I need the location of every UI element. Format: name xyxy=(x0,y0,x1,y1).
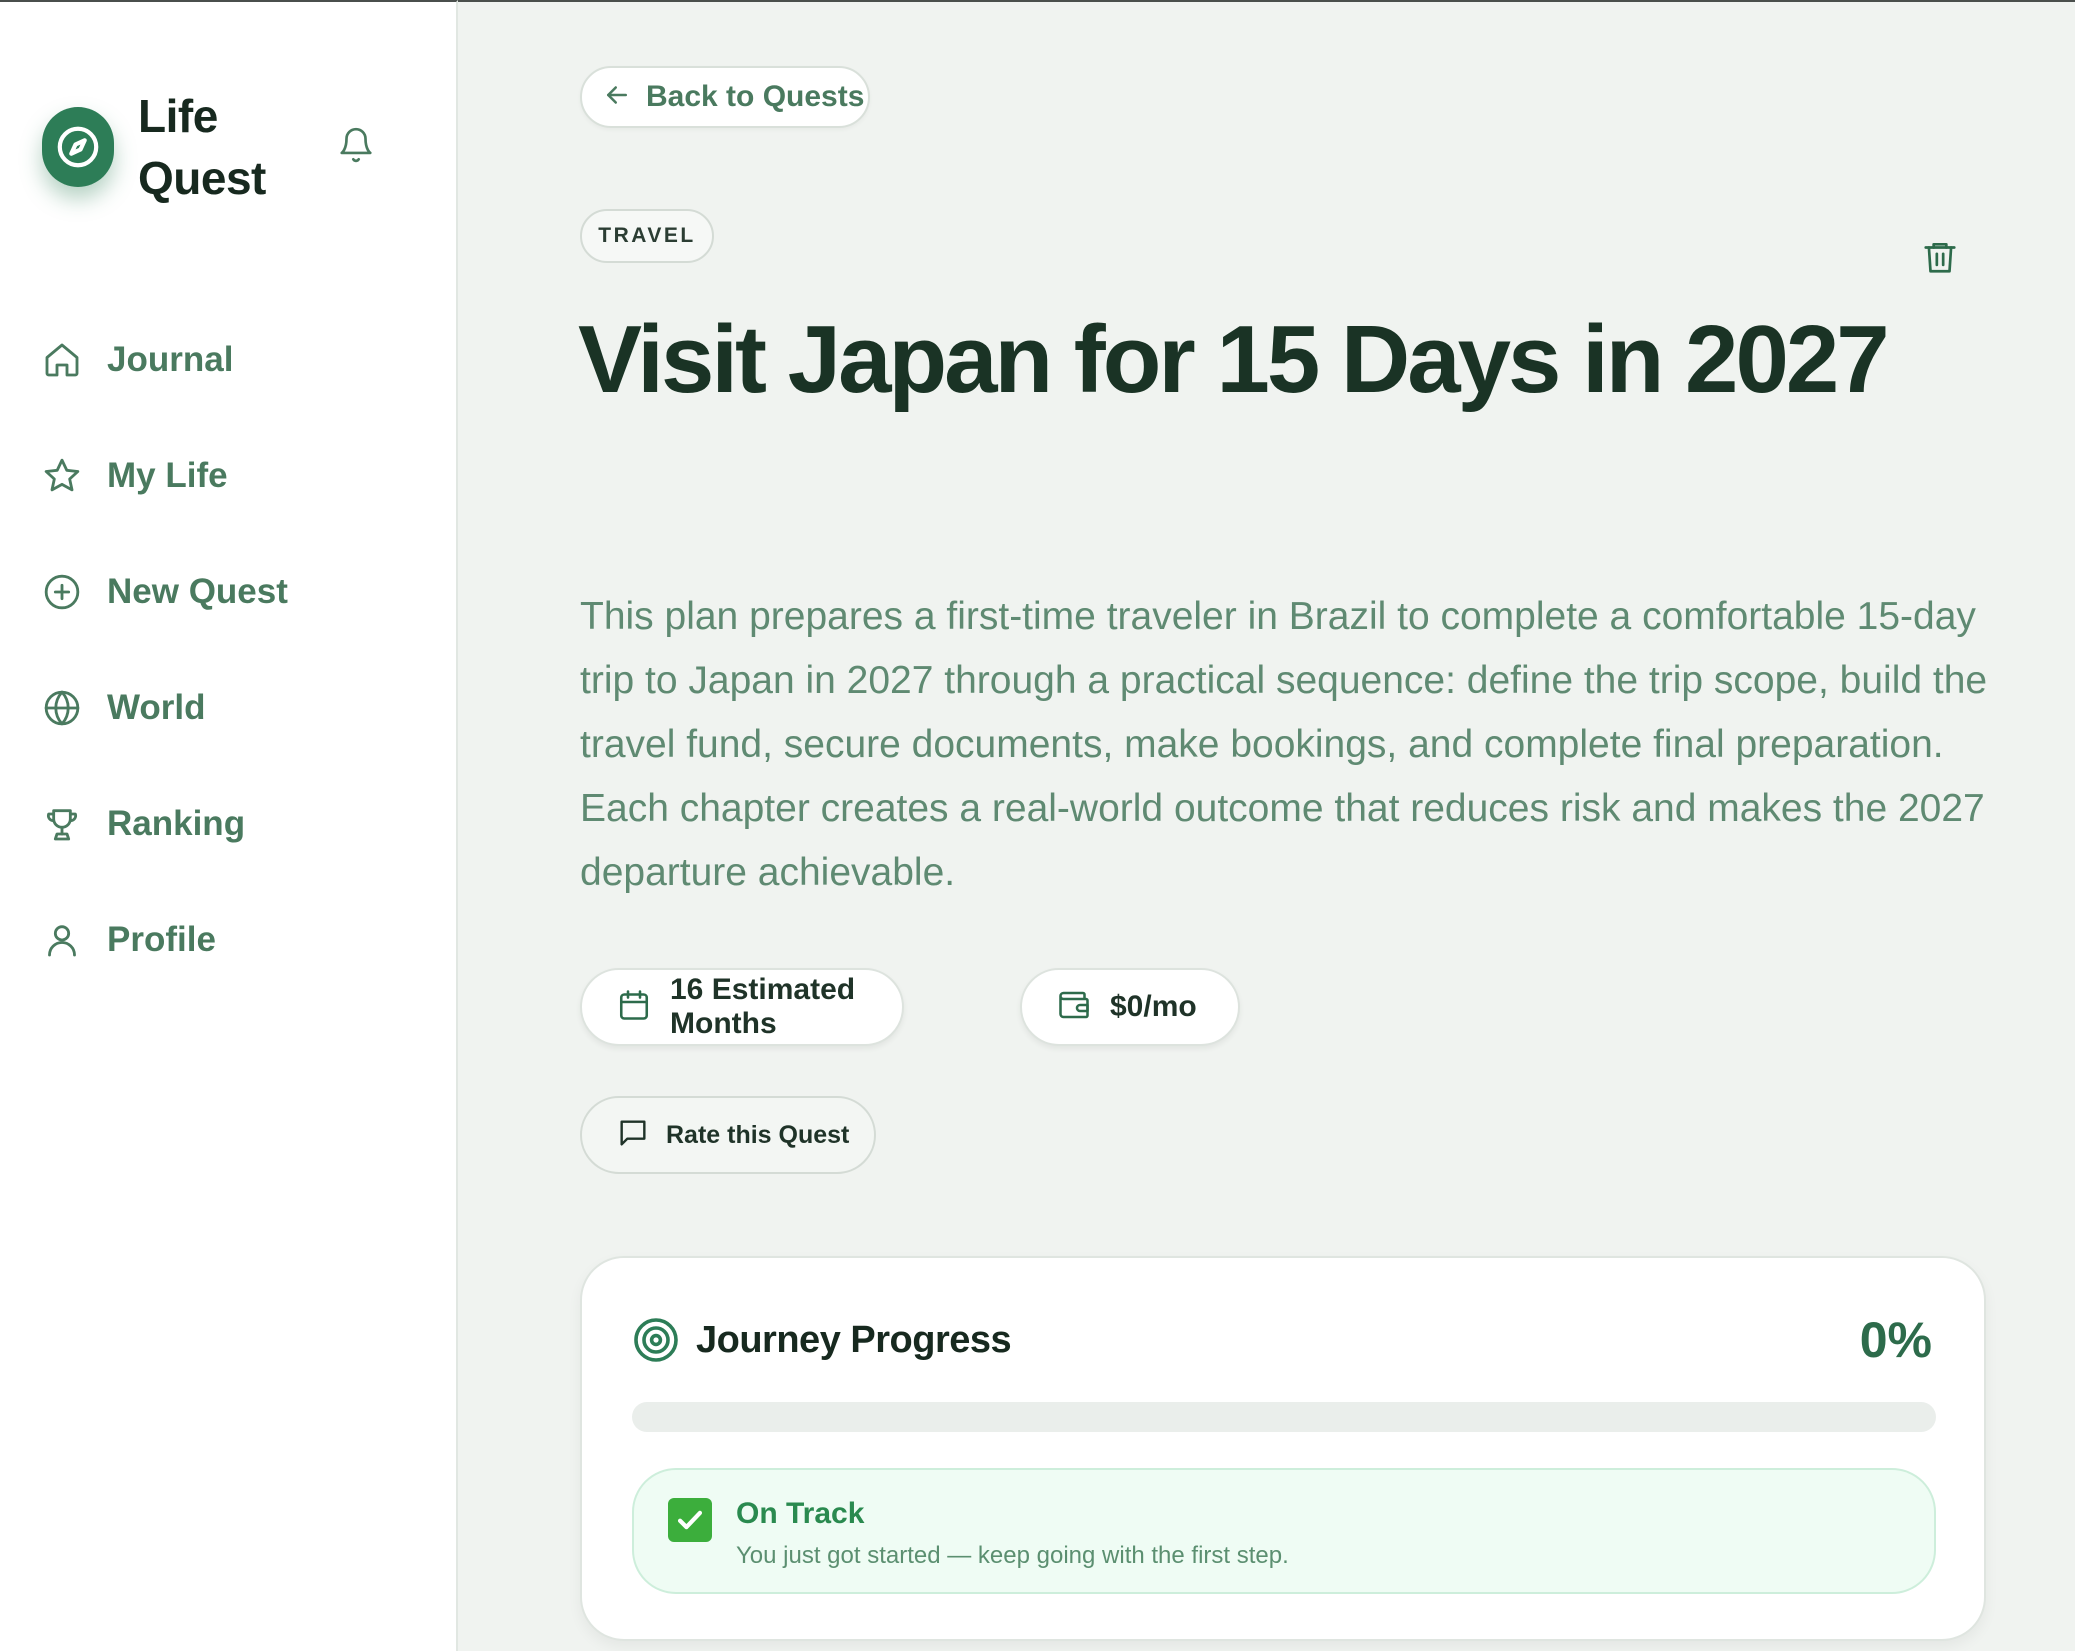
trophy-icon xyxy=(40,802,84,846)
calendar-icon xyxy=(616,986,652,1029)
estimated-months-label: 16 Estimated Months xyxy=(670,973,856,1040)
star-icon xyxy=(40,454,84,498)
sidebar-item-label: Ranking xyxy=(107,804,246,843)
plus-circle-icon xyxy=(40,570,84,614)
sidebar-nav: Journal My Life New Quest World Ranking … xyxy=(40,302,420,998)
sidebar-item-new-quest[interactable]: New Quest xyxy=(40,534,420,650)
sidebar-item-label: My Life xyxy=(107,456,228,495)
quest-description: This plan prepares a first-time traveler… xyxy=(580,595,1988,894)
globe-icon xyxy=(40,686,84,730)
compass-icon xyxy=(42,106,114,187)
status-title: On Track xyxy=(736,1497,865,1530)
message-square-icon xyxy=(616,1116,650,1155)
back-to-quests-button[interactable]: Back to Quests xyxy=(580,66,870,128)
back-label: Back to Quests xyxy=(646,80,865,113)
app: Life Quest Journal My Life New Quest Wor… xyxy=(0,0,2075,1651)
home-icon xyxy=(40,338,84,382)
progress-bar xyxy=(632,1402,1936,1432)
status-subtitle: You just got started — keep going with t… xyxy=(736,1542,1289,1569)
sidebar-item-label: New Quest xyxy=(107,572,288,611)
trash-icon[interactable] xyxy=(1915,232,1965,282)
target-icon xyxy=(632,1316,680,1364)
sidebar: Life Quest Journal My Life New Quest Wor… xyxy=(0,0,458,1651)
category-badge: TRAVEL xyxy=(580,209,714,263)
brand-name: Life Quest xyxy=(138,89,266,204)
bell-icon[interactable] xyxy=(332,121,380,169)
sidebar-item-ranking[interactable]: Ranking xyxy=(40,766,420,882)
sidebar-item-label: World xyxy=(107,688,206,727)
progress-percent: 0% xyxy=(1859,1312,1932,1368)
arrow-left-icon xyxy=(602,80,632,115)
status-callout: On Track You just got started — keep goi… xyxy=(632,1468,1936,1594)
monthly-budget-chip: $0/mo xyxy=(1020,968,1240,1046)
sidebar-item-profile[interactable]: Profile xyxy=(40,882,420,998)
sidebar-item-label: Profile xyxy=(107,920,216,959)
main-content: Back to Quests TRAVEL Visit Japan for 15… xyxy=(458,0,2075,1651)
sidebar-item-my-life[interactable]: My Life xyxy=(40,418,420,534)
sidebar-item-label: Journal xyxy=(107,340,234,379)
sidebar-item-journal[interactable]: Journal xyxy=(40,302,420,418)
rate-quest-button[interactable]: Rate this Quest xyxy=(580,1096,876,1174)
estimated-months-chip: 16 Estimated Months xyxy=(580,968,904,1046)
journey-progress-card: Journey Progress 0% On Track You just go… xyxy=(580,1256,1986,1641)
page-title: Visit Japan for 15 Days in 2027 xyxy=(578,306,1890,413)
rate-quest-label: Rate this Quest xyxy=(666,1120,850,1149)
journey-progress-title: Journey Progress xyxy=(696,1319,1012,1361)
check-icon xyxy=(668,1498,712,1542)
monthly-budget-label: $0/mo xyxy=(1110,990,1197,1023)
user-icon xyxy=(40,918,84,962)
sidebar-item-world[interactable]: World xyxy=(40,650,420,766)
wallet-icon xyxy=(1056,986,1092,1029)
